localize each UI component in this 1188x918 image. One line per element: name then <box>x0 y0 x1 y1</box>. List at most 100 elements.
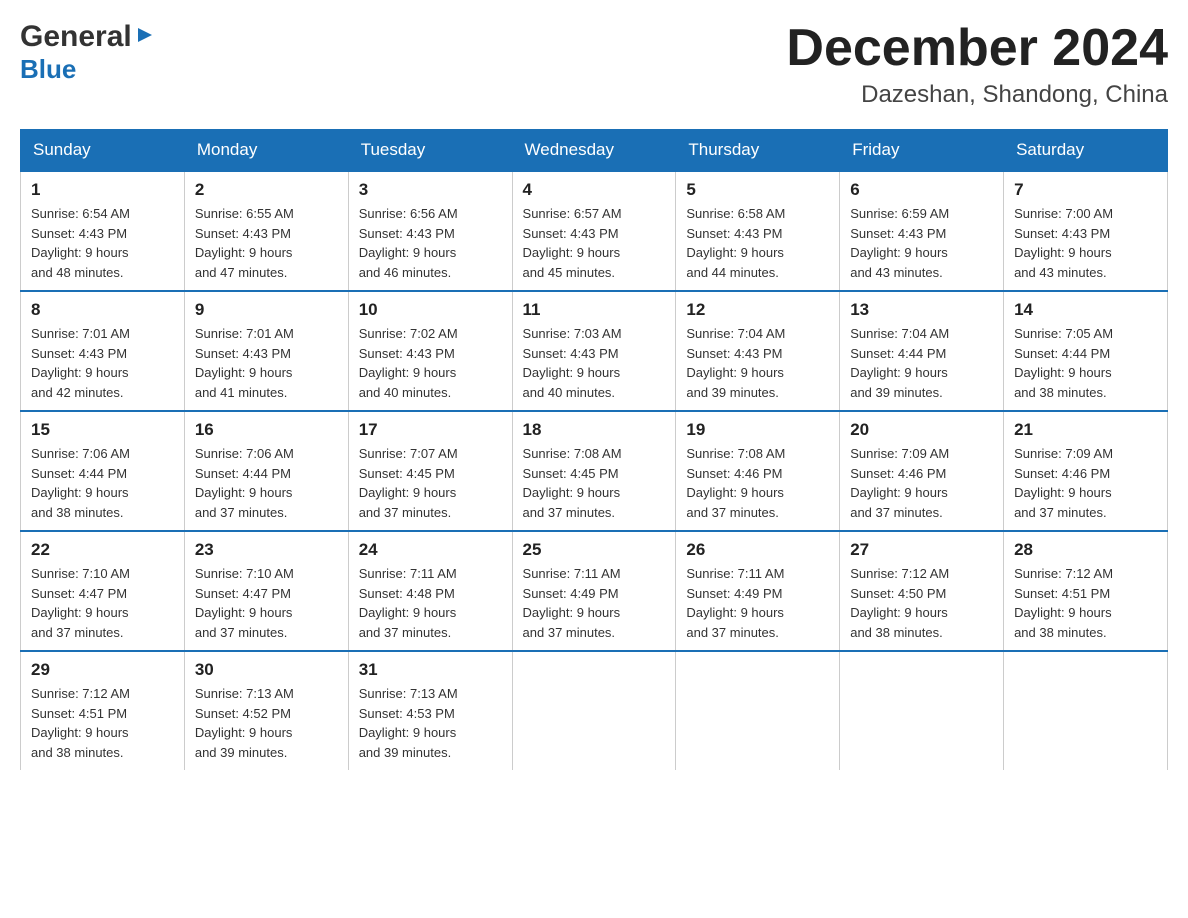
day-info: Sunrise: 7:13 AM Sunset: 4:52 PM Dayligh… <box>195 684 338 762</box>
day-info: Sunrise: 6:56 AM Sunset: 4:43 PM Dayligh… <box>359 204 502 282</box>
weekday-header-tuesday: Tuesday <box>348 130 512 172</box>
calendar-day-cell: 11 Sunrise: 7:03 AM Sunset: 4:43 PM Dayl… <box>512 291 676 411</box>
page-header: General Blue December 2024 Dazeshan, Sha… <box>20 20 1168 109</box>
calendar-week-row: 1 Sunrise: 6:54 AM Sunset: 4:43 PM Dayli… <box>21 171 1168 291</box>
weekday-header-friday: Friday <box>840 130 1004 172</box>
day-number: 24 <box>359 540 502 560</box>
day-number: 18 <box>523 420 666 440</box>
day-info: Sunrise: 7:08 AM Sunset: 4:46 PM Dayligh… <box>686 444 829 522</box>
day-number: 23 <box>195 540 338 560</box>
day-number: 20 <box>850 420 993 440</box>
calendar-week-row: 22 Sunrise: 7:10 AM Sunset: 4:47 PM Dayl… <box>21 531 1168 651</box>
weekday-header-saturday: Saturday <box>1004 130 1168 172</box>
calendar-day-cell: 23 Sunrise: 7:10 AM Sunset: 4:47 PM Dayl… <box>184 531 348 651</box>
day-info: Sunrise: 7:12 AM Sunset: 4:50 PM Dayligh… <box>850 564 993 642</box>
location-title: Dazeshan, Shandong, China <box>786 81 1168 109</box>
calendar-day-cell: 9 Sunrise: 7:01 AM Sunset: 4:43 PM Dayli… <box>184 291 348 411</box>
day-info: Sunrise: 6:57 AM Sunset: 4:43 PM Dayligh… <box>523 204 666 282</box>
calendar-day-cell: 12 Sunrise: 7:04 AM Sunset: 4:43 PM Dayl… <box>676 291 840 411</box>
day-number: 2 <box>195 180 338 200</box>
day-number: 6 <box>850 180 993 200</box>
calendar-day-cell: 4 Sunrise: 6:57 AM Sunset: 4:43 PM Dayli… <box>512 171 676 291</box>
calendar-day-cell: 29 Sunrise: 7:12 AM Sunset: 4:51 PM Dayl… <box>21 651 185 770</box>
day-number: 28 <box>1014 540 1157 560</box>
day-info: Sunrise: 7:07 AM Sunset: 4:45 PM Dayligh… <box>359 444 502 522</box>
logo-arrow-icon <box>134 24 156 51</box>
calendar-day-cell: 6 Sunrise: 6:59 AM Sunset: 4:43 PM Dayli… <box>840 171 1004 291</box>
day-info: Sunrise: 7:01 AM Sunset: 4:43 PM Dayligh… <box>31 324 174 402</box>
calendar-day-cell: 10 Sunrise: 7:02 AM Sunset: 4:43 PM Dayl… <box>348 291 512 411</box>
day-number: 12 <box>686 300 829 320</box>
calendar-day-cell: 27 Sunrise: 7:12 AM Sunset: 4:50 PM Dayl… <box>840 531 1004 651</box>
day-info: Sunrise: 7:10 AM Sunset: 4:47 PM Dayligh… <box>195 564 338 642</box>
day-info: Sunrise: 7:08 AM Sunset: 4:45 PM Dayligh… <box>523 444 666 522</box>
calendar-day-cell: 14 Sunrise: 7:05 AM Sunset: 4:44 PM Dayl… <box>1004 291 1168 411</box>
calendar-day-cell: 5 Sunrise: 6:58 AM Sunset: 4:43 PM Dayli… <box>676 171 840 291</box>
calendar-day-cell: 15 Sunrise: 7:06 AM Sunset: 4:44 PM Dayl… <box>21 411 185 531</box>
day-info: Sunrise: 6:59 AM Sunset: 4:43 PM Dayligh… <box>850 204 993 282</box>
day-number: 16 <box>195 420 338 440</box>
day-info: Sunrise: 7:09 AM Sunset: 4:46 PM Dayligh… <box>850 444 993 522</box>
day-info: Sunrise: 7:12 AM Sunset: 4:51 PM Dayligh… <box>31 684 174 762</box>
logo-general-text: General <box>20 20 132 54</box>
day-number: 8 <box>31 300 174 320</box>
day-info: Sunrise: 7:11 AM Sunset: 4:48 PM Dayligh… <box>359 564 502 642</box>
title-section: December 2024 Dazeshan, Shandong, China <box>786 20 1168 109</box>
day-info: Sunrise: 7:03 AM Sunset: 4:43 PM Dayligh… <box>523 324 666 402</box>
day-info: Sunrise: 7:05 AM Sunset: 4:44 PM Dayligh… <box>1014 324 1157 402</box>
day-info: Sunrise: 7:11 AM Sunset: 4:49 PM Dayligh… <box>686 564 829 642</box>
calendar-week-row: 15 Sunrise: 7:06 AM Sunset: 4:44 PM Dayl… <box>21 411 1168 531</box>
calendar-day-cell: 19 Sunrise: 7:08 AM Sunset: 4:46 PM Dayl… <box>676 411 840 531</box>
day-number: 15 <box>31 420 174 440</box>
calendar-empty-cell <box>512 651 676 770</box>
calendar-day-cell: 22 Sunrise: 7:10 AM Sunset: 4:47 PM Dayl… <box>21 531 185 651</box>
day-number: 29 <box>31 660 174 680</box>
calendar-day-cell: 30 Sunrise: 7:13 AM Sunset: 4:52 PM Dayl… <box>184 651 348 770</box>
day-number: 4 <box>523 180 666 200</box>
day-number: 3 <box>359 180 502 200</box>
day-number: 19 <box>686 420 829 440</box>
day-number: 31 <box>359 660 502 680</box>
day-number: 25 <box>523 540 666 560</box>
day-number: 7 <box>1014 180 1157 200</box>
logo: General Blue <box>20 20 156 85</box>
day-info: Sunrise: 7:10 AM Sunset: 4:47 PM Dayligh… <box>31 564 174 642</box>
day-info: Sunrise: 7:12 AM Sunset: 4:51 PM Dayligh… <box>1014 564 1157 642</box>
day-info: Sunrise: 7:06 AM Sunset: 4:44 PM Dayligh… <box>31 444 174 522</box>
month-title: December 2024 <box>786 20 1168 77</box>
day-info: Sunrise: 6:54 AM Sunset: 4:43 PM Dayligh… <box>31 204 174 282</box>
day-info: Sunrise: 7:01 AM Sunset: 4:43 PM Dayligh… <box>195 324 338 402</box>
calendar-day-cell: 25 Sunrise: 7:11 AM Sunset: 4:49 PM Dayl… <box>512 531 676 651</box>
day-info: Sunrise: 7:13 AM Sunset: 4:53 PM Dayligh… <box>359 684 502 762</box>
calendar-day-cell: 3 Sunrise: 6:56 AM Sunset: 4:43 PM Dayli… <box>348 171 512 291</box>
day-info: Sunrise: 6:58 AM Sunset: 4:43 PM Dayligh… <box>686 204 829 282</box>
calendar-day-cell: 8 Sunrise: 7:01 AM Sunset: 4:43 PM Dayli… <box>21 291 185 411</box>
calendar-empty-cell <box>676 651 840 770</box>
calendar-day-cell: 26 Sunrise: 7:11 AM Sunset: 4:49 PM Dayl… <box>676 531 840 651</box>
day-number: 14 <box>1014 300 1157 320</box>
calendar-empty-cell <box>1004 651 1168 770</box>
day-info: Sunrise: 7:09 AM Sunset: 4:46 PM Dayligh… <box>1014 444 1157 522</box>
weekday-header-wednesday: Wednesday <box>512 130 676 172</box>
day-info: Sunrise: 7:00 AM Sunset: 4:43 PM Dayligh… <box>1014 204 1157 282</box>
weekday-header-thursday: Thursday <box>676 130 840 172</box>
calendar-day-cell: 7 Sunrise: 7:00 AM Sunset: 4:43 PM Dayli… <box>1004 171 1168 291</box>
day-info: Sunrise: 7:06 AM Sunset: 4:44 PM Dayligh… <box>195 444 338 522</box>
calendar-week-row: 29 Sunrise: 7:12 AM Sunset: 4:51 PM Dayl… <box>21 651 1168 770</box>
calendar-day-cell: 20 Sunrise: 7:09 AM Sunset: 4:46 PM Dayl… <box>840 411 1004 531</box>
day-number: 13 <box>850 300 993 320</box>
day-number: 30 <box>195 660 338 680</box>
day-number: 5 <box>686 180 829 200</box>
logo-blue-text: Blue <box>20 54 76 85</box>
calendar-table: SundayMondayTuesdayWednesdayThursdayFrid… <box>20 129 1168 770</box>
day-info: Sunrise: 7:04 AM Sunset: 4:43 PM Dayligh… <box>686 324 829 402</box>
calendar-day-cell: 18 Sunrise: 7:08 AM Sunset: 4:45 PM Dayl… <box>512 411 676 531</box>
day-number: 9 <box>195 300 338 320</box>
calendar-day-cell: 13 Sunrise: 7:04 AM Sunset: 4:44 PM Dayl… <box>840 291 1004 411</box>
calendar-day-cell: 17 Sunrise: 7:07 AM Sunset: 4:45 PM Dayl… <box>348 411 512 531</box>
calendar-day-cell: 31 Sunrise: 7:13 AM Sunset: 4:53 PM Dayl… <box>348 651 512 770</box>
weekday-header-sunday: Sunday <box>21 130 185 172</box>
calendar-day-cell: 2 Sunrise: 6:55 AM Sunset: 4:43 PM Dayli… <box>184 171 348 291</box>
day-number: 22 <box>31 540 174 560</box>
day-info: Sunrise: 7:04 AM Sunset: 4:44 PM Dayligh… <box>850 324 993 402</box>
